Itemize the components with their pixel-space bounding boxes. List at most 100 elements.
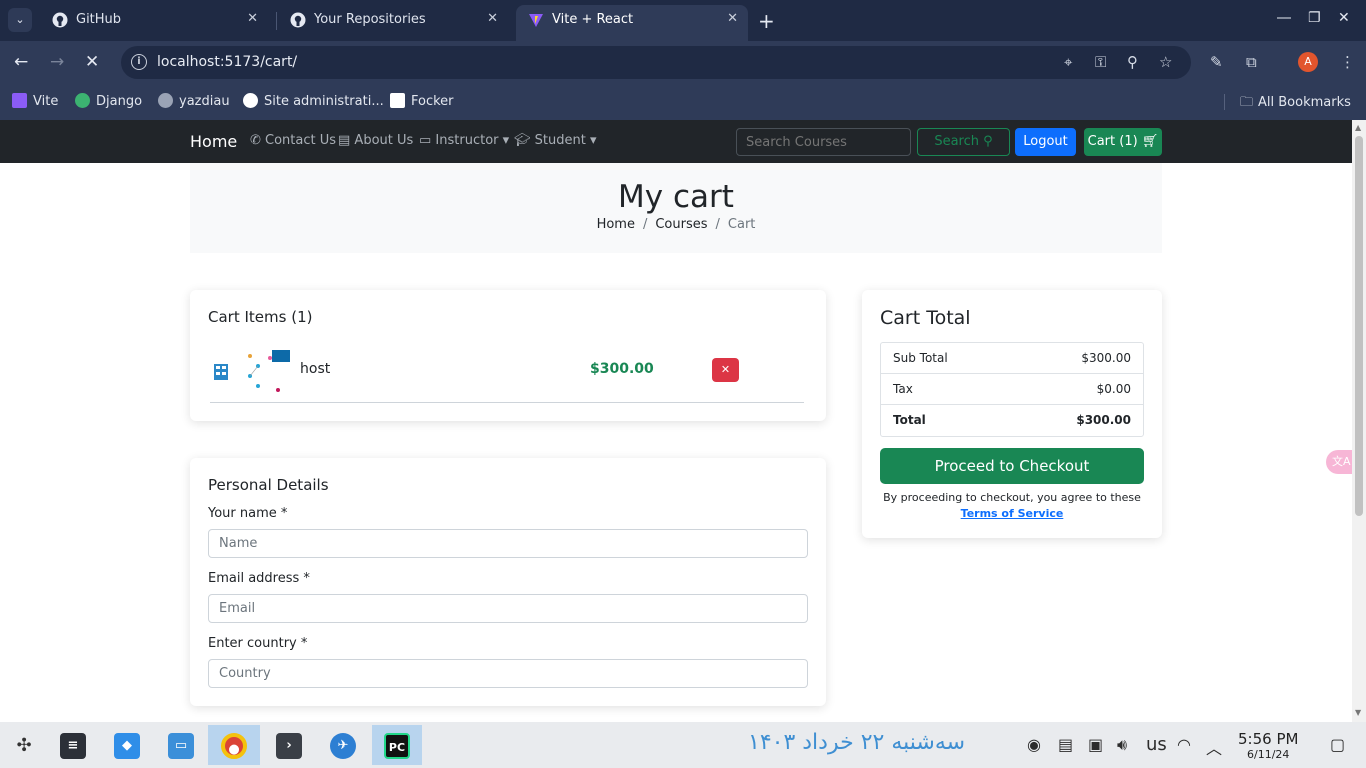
edit-icon[interactable]: ✎ [1210,53,1223,71]
taskbar-chrome[interactable]: ● [208,725,260,765]
tab-title: GitHub [76,12,122,27]
tab-search-button[interactable]: ⌄ [8,8,32,32]
address-bar[interactable]: i localhost:5173/cart/ ⌖ ⚿ ⚲ ☆ [121,46,1191,79]
bookmark-site-admin[interactable]: Site administrati... [243,93,384,109]
search-button[interactable]: Search ⚲ [917,128,1010,156]
extensions-icon[interactable]: ⧉ [1246,53,1257,71]
proceed-to-checkout-button[interactable]: Proceed to Checkout [880,448,1144,484]
tab-title: Vite + React [552,12,634,27]
zoom-icon[interactable]: ⚲ [1127,53,1138,71]
maximize-icon[interactable]: ❐ [1308,10,1321,26]
location-pin-icon[interactable]: ⌖ [1064,53,1072,71]
email-field[interactable] [208,594,808,623]
tax-label: Tax [893,382,913,396]
bookmark-star-icon[interactable]: ☆ [1159,53,1172,71]
tab-separator [276,12,277,30]
nav-contact-us[interactable]: ✆ Contact Us [250,133,336,148]
app-launcher[interactable]: ✣ [2,725,46,765]
search-button-label: Search [934,134,979,149]
all-bookmarks-label: All Bookmarks [1258,95,1351,110]
back-icon[interactable]: ← [14,52,28,72]
scroll-thumb[interactable] [1355,136,1363,516]
bookmarks-divider [1224,94,1225,110]
page-scrollbar[interactable]: ▲ ▼ [1352,120,1366,722]
terms-of-service-link[interactable]: Terms of Service [961,507,1064,520]
stop-loading-icon[interactable]: ✕ [85,52,99,72]
taskbar-store[interactable]: ◆ [105,725,149,765]
close-icon[interactable]: ✕ [247,11,258,26]
scroll-down-icon[interactable]: ▼ [1355,708,1361,717]
navbar-brand[interactable]: Home [190,132,237,151]
site-info-icon[interactable]: i [131,54,147,70]
clock-time[interactable]: 5:56 PM [1238,730,1298,748]
breadcrumb-home[interactable]: Home [597,217,635,232]
django-icon [75,93,90,108]
new-tab-button[interactable]: + [758,9,775,33]
close-window-icon[interactable]: ✕ [1338,10,1350,26]
totals-table: Sub Total $300.00 Tax $0.00 Total $300.0… [880,342,1144,437]
github-icon [52,12,68,28]
close-icon: ✕ [720,363,731,376]
key-icon[interactable]: ⚿ [1095,53,1106,71]
logout-button[interactable]: Logout [1015,128,1076,156]
subtotal-value: $300.00 [1081,351,1131,365]
bookmark-label: Vite [33,94,59,109]
admin-icon [243,93,258,108]
forward-icon[interactable]: → [50,52,64,72]
nav-instructor-dropdown[interactable]: ▭ Instructor ▾ [419,133,509,148]
cart-button[interactable]: Cart (1) 🛒︎ [1084,128,1162,156]
remove-item-button[interactable]: ✕ [712,358,739,382]
bookmark-yazdiau[interactable]: yazdiau [158,93,230,109]
page-viewport: Home ✆ Contact Us ▤ About Us ▭ Instructo… [0,120,1352,722]
show-desktop-icon[interactable]: ▢ [1330,735,1345,754]
folder-icon: 🗀 [1240,95,1254,110]
clock-date[interactable]: 6/11/24 [1247,748,1289,761]
wifi-icon[interactable]: ◠ [1177,735,1191,754]
taskbar-pycharm[interactable]: PC [372,725,422,765]
bag-icon[interactable]: ▣ [1088,735,1103,754]
folder-icon: ▭ [168,733,194,759]
keyboard-layout[interactable]: us [1146,734,1167,755]
breadcrumb-courses[interactable]: Courses [655,217,707,232]
chevron-up-icon[interactable]: ︿ [1206,735,1222,759]
breadcrumb-cart: Cart [727,217,756,232]
tab-vite-react[interactable]: Vite + React ✕ [516,5,748,41]
country-field[interactable] [208,659,808,688]
taskbar-files[interactable]: ▭ [159,725,203,765]
course-thumbnail[interactable] [208,346,298,398]
minimize-icon[interactable]: ― [1277,10,1291,26]
volume-icon[interactable]: 🔊︎ [1117,735,1127,755]
name-field[interactable] [208,529,808,558]
os-taskbar: ✣ ≡ ◆ ▭ ● › ✈ PC ◉ ▤ ▣ 🔊︎ us ◠ ︿ ▢ [0,722,1366,768]
terminal-icon: › [276,733,302,759]
kebab-menu-icon[interactable]: ⋮ [1340,53,1355,71]
translate-extension-button[interactable]: 文A [1326,450,1352,474]
bookmark-django[interactable]: Django [75,93,142,109]
close-icon[interactable]: ✕ [487,11,498,26]
taskbar-terminal[interactable]: › [267,725,311,765]
taskbar-settings[interactable]: ≡ [51,725,95,765]
cart-items-card: Cart Items (1) host $300.00 ✕ [190,290,826,421]
tab-your-repositories[interactable]: Your Repositories ✕ [278,0,508,41]
terms-text: By proceeding to checkout, you agree to … [883,491,1141,504]
clipboard-icon[interactable]: ▤ [1058,735,1073,754]
address-url[interactable]: localhost:5173/cart/ [157,54,297,70]
graduation-cap-icon: 🎓︎ [514,133,535,148]
nav-about-us[interactable]: ▤ About Us [338,133,413,148]
profile-avatar[interactable]: A [1298,52,1318,72]
search-courses-input[interactable] [736,128,911,156]
nav-student-dropdown[interactable]: 🎓︎ Student ▾ [514,133,597,148]
bookmark-vite[interactable]: Vite [12,93,58,109]
search-icon: ⚲ [983,134,993,149]
store-icon: ◆ [114,733,140,759]
vpn-icon[interactable]: ◉ [1027,735,1041,754]
bookmark-focker[interactable]: Focker [390,93,454,109]
tab-github[interactable]: GitHub ✕ [40,0,268,41]
all-bookmarks[interactable]: 🗀 All Bookmarks [1240,93,1351,115]
bookmark-label: Django [96,94,143,109]
scroll-up-icon[interactable]: ▲ [1355,123,1361,132]
caret-down-icon: ▾ [585,133,597,148]
close-icon[interactable]: ✕ [727,11,738,26]
taskbar-browser-2[interactable]: ✈ [321,725,365,765]
cart-item-title[interactable]: host [300,361,330,377]
